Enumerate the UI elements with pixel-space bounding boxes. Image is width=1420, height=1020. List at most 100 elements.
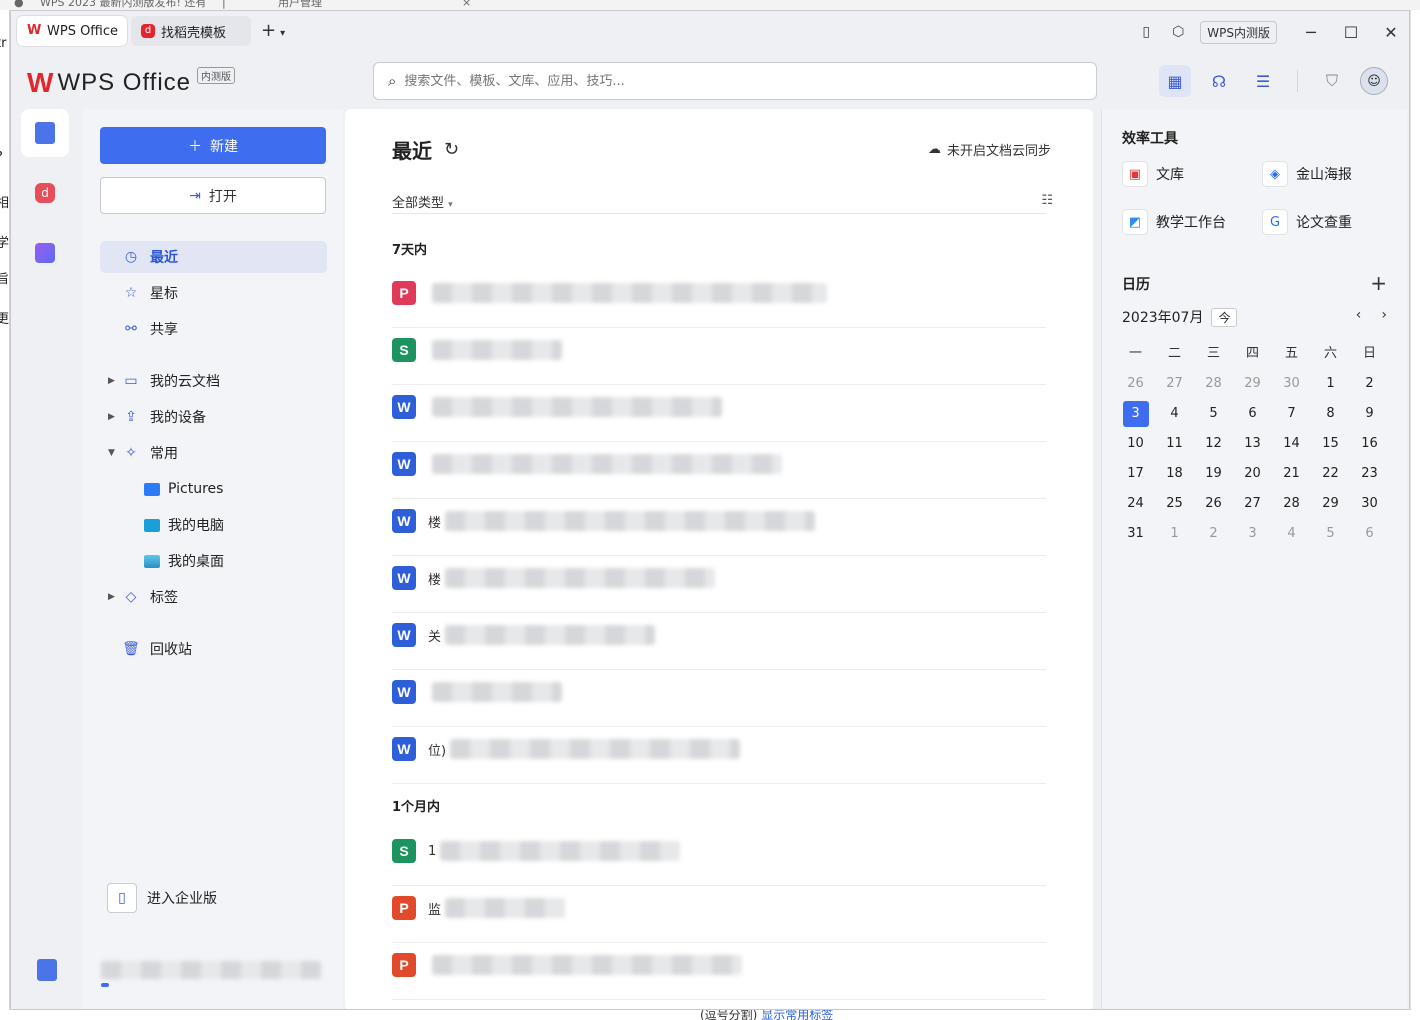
sidebar-item-tags[interactable]: ▶ ◇ 标签	[100, 581, 327, 613]
chevron-right-icon[interactable]: ▶	[108, 592, 115, 602]
calendar-day[interactable]: 6	[1233, 399, 1272, 429]
sidebar-item-devices[interactable]: ▶ ⇪ 我的设备	[100, 401, 327, 433]
calendar-day[interactable]: 31	[1116, 519, 1155, 549]
refresh-icon[interactable]: ↻	[444, 139, 459, 160]
file-row[interactable]: S1	[392, 829, 1046, 886]
beta-version-button[interactable]: WPS内测版	[1200, 20, 1277, 44]
chevron-right-icon[interactable]: ▶	[108, 376, 115, 386]
calendar-day[interactable]: 13	[1233, 429, 1272, 459]
account-name-redacted[interactable]	[101, 961, 321, 979]
tool-teaching[interactable]: ◩ 教学工作台	[1122, 209, 1226, 235]
calendar-day[interactable]: 29	[1233, 369, 1272, 399]
sidebar-item-starred[interactable]: ☆ 星标	[100, 277, 327, 309]
file-row[interactable]: P监	[392, 886, 1046, 943]
menu-icon[interactable]: ☰	[1247, 65, 1279, 97]
calendar-day[interactable]: 18	[1155, 459, 1194, 489]
avatar[interactable]: ☺	[1360, 67, 1388, 95]
close-button[interactable]: ✕	[1371, 23, 1409, 42]
cloud-sync-status[interactable]: ☁ 未开启文档云同步	[928, 140, 1051, 159]
headset-icon[interactable]: ☊	[1203, 65, 1235, 97]
sidebar-item-desktop[interactable]: 我的桌面	[100, 545, 327, 577]
calendar-day[interactable]: 27	[1155, 369, 1194, 399]
tab-docer-templates[interactable]: d 找稻壳模板	[131, 16, 251, 46]
calendar-day[interactable]: 26	[1116, 369, 1155, 399]
rail-apps-button[interactable]	[21, 229, 69, 277]
calendar-day[interactable]: 2	[1194, 519, 1233, 549]
file-row[interactable]: W	[392, 385, 1046, 442]
calendar-day[interactable]: 7	[1272, 399, 1311, 429]
maximize-button[interactable]: ☐	[1331, 23, 1371, 42]
calendar-day[interactable]: 29	[1311, 489, 1350, 519]
calendar-day[interactable]: 11	[1155, 429, 1194, 459]
calendar-day[interactable]: 1	[1311, 369, 1350, 399]
calendar-day[interactable]: 23	[1350, 459, 1389, 489]
search-input[interactable]	[404, 73, 1005, 89]
file-row[interactable]: W楼	[392, 499, 1046, 556]
today-button[interactable]: 今	[1211, 307, 1238, 327]
new-button[interactable]: ＋ 新建	[100, 127, 326, 164]
tool-poster[interactable]: ◈ 金山海报	[1262, 161, 1352, 187]
calendar-day[interactable]: 20	[1233, 459, 1272, 489]
calendar-day[interactable]: 5	[1194, 399, 1233, 429]
calendar-day[interactable]: 4	[1155, 399, 1194, 429]
calendar-day[interactable]: 19	[1194, 459, 1233, 489]
rail-bottom-icon[interactable]	[37, 959, 57, 981]
reading-mode-icon[interactable]: ▯	[1130, 24, 1162, 40]
calendar-day[interactable]: 3	[1233, 519, 1272, 549]
calendar-day[interactable]: 27	[1233, 489, 1272, 519]
calendar-day[interactable]: 28	[1194, 369, 1233, 399]
sidebar-item-cloud-docs[interactable]: ▶ ▭ 我的云文档	[100, 365, 327, 397]
calendar-day[interactable]: 30	[1272, 369, 1311, 399]
calendar-day[interactable]: 4	[1272, 519, 1311, 549]
calendar-day[interactable]: 21	[1272, 459, 1311, 489]
sidebar-item-pictures[interactable]: Pictures	[100, 473, 327, 505]
calendar-day[interactable]: 15	[1311, 429, 1350, 459]
chevron-right-icon[interactable]: ▶	[108, 412, 115, 422]
box-icon[interactable]: ⬡	[1162, 24, 1194, 40]
calendar-day[interactable]: 8	[1311, 399, 1350, 429]
calendar-day[interactable]: 22	[1311, 459, 1350, 489]
tool-library[interactable]: ▣ 文库	[1122, 161, 1184, 187]
enterprise-entry[interactable]: ▯ 进入企业版	[107, 883, 217, 913]
sidebar-item-common[interactable]: ▼ ✧ 常用	[100, 437, 327, 469]
sidebar-item-shared[interactable]: ⚯ 共享	[100, 313, 327, 345]
file-row[interactable]: P	[392, 943, 1046, 1000]
calendar-day[interactable]: 1	[1155, 519, 1194, 549]
file-row[interactable]: W	[392, 670, 1046, 727]
calendar-day[interactable]: 10	[1116, 429, 1155, 459]
rail-documents-button[interactable]	[21, 109, 69, 157]
open-button[interactable]: ⇥ 打开	[100, 177, 326, 214]
calendar-day[interactable]: 30	[1350, 489, 1389, 519]
calendar-day[interactable]: 28	[1272, 489, 1311, 519]
calendar-day[interactable]: 25	[1155, 489, 1194, 519]
file-row[interactable]: W	[392, 442, 1046, 499]
shield-icon[interactable]: ⛉	[1316, 65, 1348, 97]
chevron-down-icon[interactable]: ▼	[108, 448, 115, 458]
tool-plagiarism-check[interactable]: G 论文查重	[1262, 209, 1352, 235]
sidebar-item-recent[interactable]: ◷ 最近	[100, 241, 327, 273]
chevron-left-icon[interactable]: ‹	[1356, 307, 1362, 323]
calendar-day[interactable]: 16	[1350, 429, 1389, 459]
calendar-day-today[interactable]: 3	[1116, 399, 1155, 429]
calendar-day[interactable]: 14	[1272, 429, 1311, 459]
calendar-day[interactable]: 9	[1350, 399, 1389, 429]
minimize-button[interactable]: ─	[1291, 23, 1331, 42]
file-row[interactable]: W楼	[392, 556, 1046, 613]
calendar-day[interactable]: 5	[1311, 519, 1350, 549]
calendar-day[interactable]: 24	[1116, 489, 1155, 519]
file-row[interactable]: P	[392, 271, 1046, 328]
file-type-filter[interactable]: 全部类型 ▾	[392, 192, 453, 211]
calendar-day[interactable]: 17	[1116, 459, 1155, 489]
apps-grid-icon[interactable]: ▦	[1159, 65, 1191, 97]
rail-docer-button[interactable]: d	[21, 169, 69, 217]
calendar-day[interactable]: 26	[1194, 489, 1233, 519]
sidebar-item-my-pc[interactable]: 我的电脑	[100, 509, 327, 541]
filter-settings-icon[interactable]: ☷	[1041, 193, 1053, 208]
calendar-day[interactable]: 6	[1350, 519, 1389, 549]
search-bar[interactable]: ⌕	[373, 62, 1097, 100]
chevron-right-icon[interactable]: ›	[1381, 307, 1387, 323]
new-tab-button[interactable]: + ▾	[261, 20, 285, 41]
file-row[interactable]: W 位)	[392, 727, 1046, 784]
calendar-day[interactable]: 12	[1194, 429, 1233, 459]
tab-wps-office[interactable]: W WPS Office	[17, 16, 127, 46]
